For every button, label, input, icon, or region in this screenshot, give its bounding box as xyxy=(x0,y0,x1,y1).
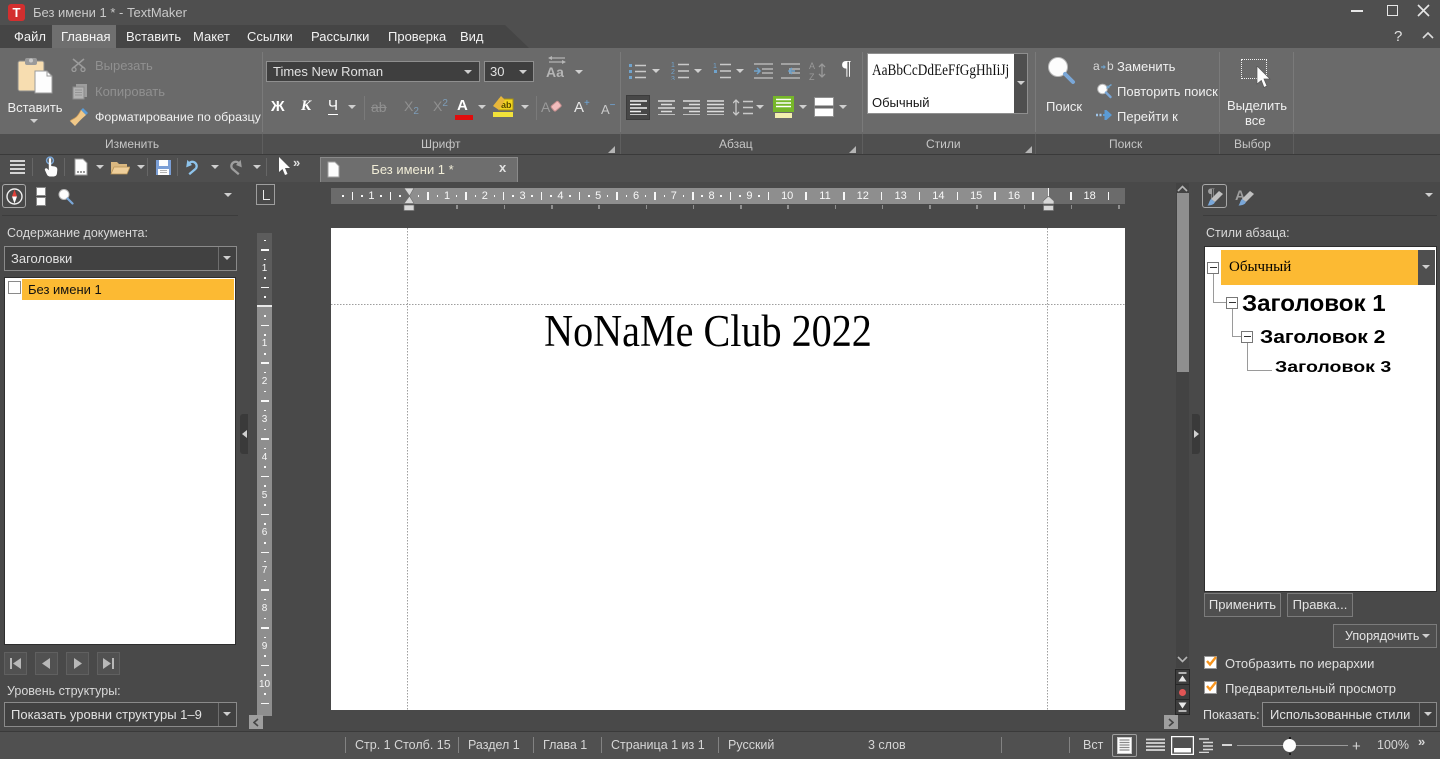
svg-text:a: a xyxy=(1093,60,1100,73)
svg-text:b: b xyxy=(1107,60,1114,73)
svg-text:A: A xyxy=(541,99,551,115)
svg-text:Z: Z xyxy=(809,72,815,81)
svg-text:1: 1 xyxy=(671,62,675,69)
svg-text:2: 2 xyxy=(671,69,675,76)
svg-text:1: 1 xyxy=(713,63,717,70)
svg-text:3: 3 xyxy=(671,76,675,80)
svg-text:A: A xyxy=(809,61,815,71)
